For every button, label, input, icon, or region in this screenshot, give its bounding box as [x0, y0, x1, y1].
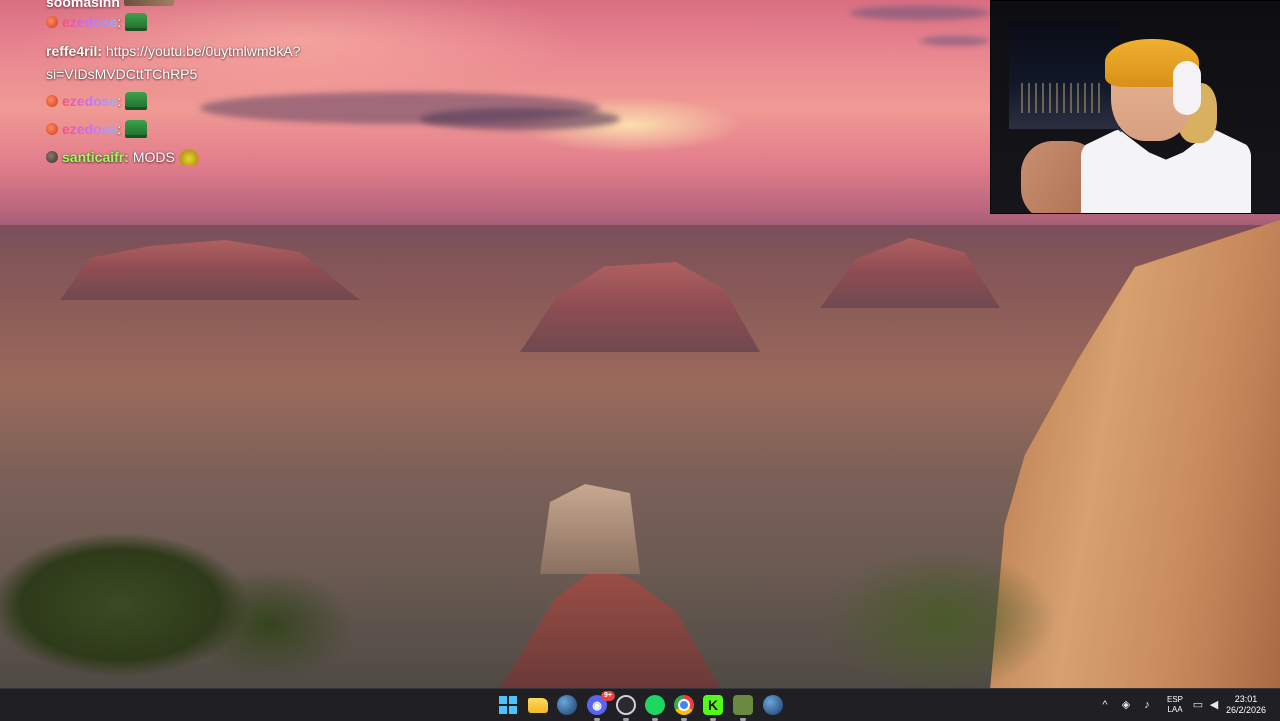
discord-icon[interactable]: ◉ 9+	[587, 691, 615, 715]
chat-username: ezedose	[62, 121, 118, 137]
obs-icon[interactable]	[616, 695, 636, 715]
chat-badge-icon	[46, 16, 58, 28]
chat-badge-icon	[46, 95, 58, 107]
display-icon[interactable]: ▭	[1191, 698, 1205, 712]
chat-username: santicaifr:	[62, 149, 129, 165]
windows-taskbar: ◉ 9+ K ^ ◈ ♪ ESP LAA ▭ ◀ 23:01 26/2/2026	[0, 688, 1280, 721]
green-emote-icon	[125, 92, 148, 110]
spotify-icon[interactable]	[645, 695, 665, 715]
kick-icon[interactable]: K	[703, 695, 723, 715]
chat-message-link-continuation[interactable]: si=VIDsMVDCttTChRP5	[46, 66, 197, 82]
tray-overflow-chevron-icon[interactable]: ^	[1098, 698, 1112, 712]
clock-date: 26/2/2026	[1225, 705, 1267, 715]
chat-username: ezedose	[62, 14, 118, 30]
chat-colon: :	[117, 93, 126, 109]
chat-message: reffe4ril: https://youtu.be/0uytmlwm8kA?	[46, 41, 300, 62]
chat-message: santicaifr: MODS	[46, 147, 199, 168]
chat-colon: :	[117, 121, 126, 137]
chat-message-continuation: si=VIDsMVDCttTChRP5	[46, 64, 197, 85]
chat-badge-icon	[46, 123, 58, 135]
chrome-icon[interactable]	[674, 695, 694, 715]
clock-time: 23:01	[1234, 694, 1258, 704]
chat-username: ezedose	[62, 93, 118, 109]
green-emote-icon	[125, 13, 148, 31]
discord-glyph: ◉	[592, 699, 602, 712]
chat-badge-icon	[46, 151, 58, 163]
language-code: ESP	[1166, 695, 1183, 704]
folder-icon[interactable]	[528, 698, 548, 713]
cam-headphone	[1173, 61, 1201, 115]
steam-icon[interactable]	[763, 695, 783, 715]
cam-city-lights	[1021, 83, 1101, 113]
input-language-indicator[interactable]: ESP LAA	[1164, 695, 1186, 715]
chat-message: ezedose:	[46, 91, 148, 112]
cloud	[920, 36, 990, 46]
cloud	[420, 108, 620, 130]
microphone-icon[interactable]: ♪	[1140, 698, 1154, 712]
windows-icon	[499, 696, 517, 714]
steam-icon[interactable]	[557, 695, 577, 715]
chat-cut-off-username: soomasinn	[46, 0, 120, 10]
keyboard-layout: LAA	[1167, 705, 1183, 714]
green-emote-icon	[125, 120, 148, 138]
start-button[interactable]	[498, 695, 518, 715]
pine-tree	[0, 495, 390, 688]
webcam-overlay	[990, 0, 1280, 214]
notification-badge: 9+	[601, 691, 615, 701]
chat-colon: :	[117, 14, 126, 30]
chat-message-link[interactable]: https://youtu.be/0uytmlwm8kA?	[106, 43, 301, 59]
chat-username: reffe4ril:	[46, 43, 103, 59]
chat-message-text: MODS	[132, 149, 175, 165]
duck-emote-icon	[178, 148, 199, 166]
security-shield-icon[interactable]: ◈	[1119, 698, 1133, 712]
chat-message: ezedose:	[46, 119, 148, 140]
cliff-vegetation	[790, 500, 1100, 688]
cloud	[850, 6, 990, 20]
system-clock[interactable]: 23:01 26/2/2026	[1220, 694, 1272, 716]
game-icon[interactable]	[733, 695, 753, 715]
chat-message: ezedose:	[46, 12, 148, 33]
chat-cut-off-emote	[124, 0, 174, 6]
volume-icon[interactable]: ◀	[1207, 698, 1221, 712]
